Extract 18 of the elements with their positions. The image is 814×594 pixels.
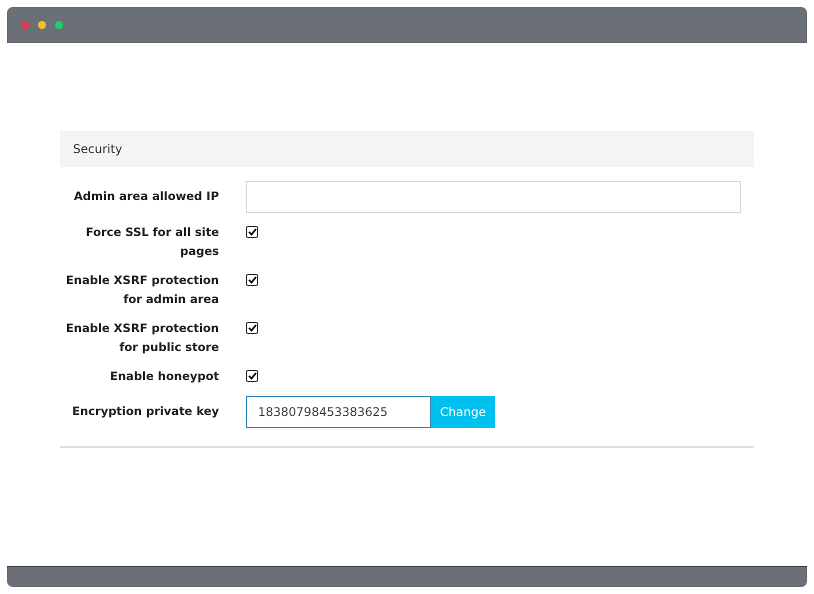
checkmark-icon <box>248 276 256 284</box>
checkbox[interactable] <box>246 322 258 334</box>
minimize-icon[interactable] <box>38 21 46 29</box>
checkbox[interactable] <box>246 226 258 238</box>
field-label: Enable XSRF protection for admin area <box>64 272 219 308</box>
panel-title: Security <box>60 131 754 167</box>
checkbox[interactable] <box>246 274 258 286</box>
field-label: Force SSL for all site pages <box>84 224 219 260</box>
field-label: Encryption private key <box>71 403 219 420</box>
checkmark-icon <box>248 228 256 236</box>
input-field[interactable]: 18380798453383625 <box>246 396 431 428</box>
field-label: Enable honeypot <box>109 368 219 385</box>
field-label: Enable XSRF protection for public store <box>64 320 219 356</box>
field-label: Admin area allowed IP <box>72 188 219 205</box>
checkmark-icon <box>248 324 256 332</box>
checkmark-icon <box>248 372 256 380</box>
input-field[interactable] <box>246 181 741 213</box>
checkbox[interactable] <box>246 370 258 382</box>
